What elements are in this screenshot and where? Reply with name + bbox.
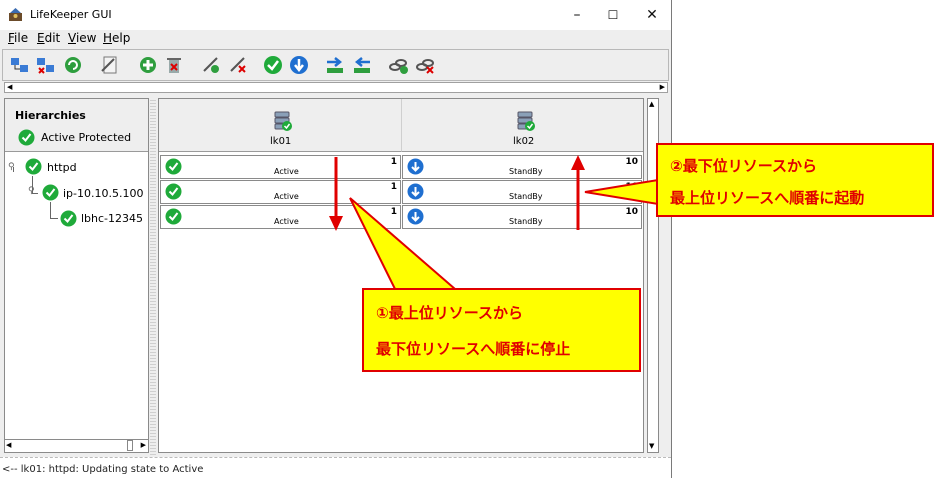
menu-view-mnemonic: V	[68, 31, 76, 45]
callout-startup-line1: ②最下位リソースから	[670, 157, 817, 175]
close-button[interactable]: ✕	[640, 5, 664, 25]
extend-resource-icon[interactable]	[200, 54, 222, 76]
hierarchy-panel: Hierarchies Active Protected ⚲ httpd ⚲ i…	[4, 98, 149, 453]
tree-item-lbhc[interactable]: lbhc-12345	[81, 212, 143, 225]
tree-item-ip[interactable]: ip-10.10.5.100	[63, 187, 144, 200]
disconnect-servers-icon[interactable]	[35, 54, 57, 76]
server-header-lk01[interactable]: lk01	[159, 99, 402, 152]
menu-help-label: elp	[112, 31, 131, 45]
resource-cell-lk01-httpd[interactable]: Active 1	[160, 155, 401, 179]
resource-cell-lk02-lbhc[interactable]: StandBy 10	[402, 205, 642, 229]
resource-cell-lk01-lbhc[interactable]: Active 1	[160, 205, 401, 229]
server-name-lk02: lk02	[513, 136, 535, 147]
menu-edit-mnemonic: E	[37, 31, 45, 45]
resource-priority: 10	[625, 157, 638, 167]
server-icon	[517, 111, 535, 131]
status-message: <-- lk01: httpd: Updating state to Activ…	[2, 464, 204, 475]
create-dependency-icon[interactable]	[387, 54, 409, 76]
scroll-left-arrow-icon[interactable]: ◀	[7, 83, 12, 92]
active-check-icon	[165, 158, 182, 175]
menu-help[interactable]: Help	[103, 31, 130, 45]
switchback-icon[interactable]	[351, 54, 373, 76]
status-panel: lk01 lk02 Active 1 Active 1 Active 1 Sta…	[158, 98, 644, 453]
resource-priority: 1	[390, 157, 397, 167]
tree-connector	[50, 202, 51, 218]
menu-file-label: ile	[14, 31, 29, 45]
menu-file[interactable]: File	[8, 31, 28, 45]
delete-dependency-icon[interactable]	[414, 54, 436, 76]
hierarchies-title: Hierarchies	[15, 109, 86, 122]
resource-priority: 10	[625, 182, 638, 192]
maximize-button[interactable]: ☐	[601, 5, 625, 25]
status-bar: <-- lk01: httpd: Updating state to Activ…	[0, 457, 671, 478]
resource-cell-lk02-ip[interactable]: StandBy 10	[402, 180, 642, 204]
refresh-icon[interactable]	[62, 54, 84, 76]
ip-active-icon	[42, 184, 59, 201]
callout-startup-order: ②最下位リソースから 最上位リソースへ順番に起動	[656, 143, 934, 217]
hierarchies-header: Hierarchies Active Protected	[5, 99, 148, 152]
lifekeeper-window: LifeKeeper GUI – ☐ ✕ File Edit View Help…	[0, 0, 672, 478]
minimize-button[interactable]: –	[565, 5, 589, 25]
menu-edit-label: dit	[44, 31, 61, 45]
resource-state: Active	[274, 217, 299, 226]
tree-expand-icon[interactable]: ⚲	[8, 162, 15, 172]
hierarchies-status: Active Protected	[41, 131, 132, 144]
window-title: LifeKeeper GUI	[30, 8, 112, 21]
resource-state: Active	[274, 167, 299, 176]
menu-view[interactable]: View	[68, 31, 96, 45]
menu-bar: File Edit View Help	[0, 30, 671, 48]
unextend-resource-icon[interactable]	[227, 54, 249, 76]
create-resource-icon[interactable]	[137, 54, 159, 76]
switchover-icon[interactable]	[324, 54, 346, 76]
title-bar: LifeKeeper GUI – ☐ ✕	[0, 0, 671, 31]
resource-state: StandBy	[509, 167, 543, 176]
scroll-right-arrow-icon[interactable]: ▶	[660, 83, 665, 92]
in-service-icon[interactable]	[262, 54, 284, 76]
active-check-icon	[18, 129, 35, 146]
scroll-up-arrow-icon[interactable]: ▲	[649, 100, 654, 109]
callout-shutdown-order: ①最上位リソースから 最下位リソースへ順番に停止	[362, 288, 641, 372]
hierarchy-horizontal-scrollbar[interactable]: ◀ ▶	[5, 439, 148, 452]
tree-expand-icon[interactable]: ⚲	[28, 186, 35, 196]
server-name-lk01: lk01	[270, 136, 292, 147]
active-check-icon	[165, 208, 182, 225]
scroll-down-arrow-icon[interactable]: ▼	[649, 442, 654, 451]
callout-shutdown-line2: 最下位リソースへ順番に停止	[376, 340, 571, 358]
scroll-thumb[interactable]	[127, 440, 133, 451]
resource-priority: 1	[390, 182, 397, 192]
httpd-active-icon	[25, 158, 42, 175]
standby-arrow-icon	[407, 183, 424, 200]
resource-cell-lk01-ip[interactable]: Active 1	[160, 180, 401, 204]
standby-arrow-icon	[407, 208, 424, 225]
toolbar	[2, 49, 669, 81]
menu-help-mnemonic: H	[103, 31, 113, 45]
tree-connector	[50, 218, 58, 219]
resource-cell-lk02-httpd[interactable]: StandBy 10	[402, 155, 642, 179]
server-header-lk02[interactable]: lk02	[402, 99, 643, 152]
lbhc-active-icon	[60, 210, 77, 227]
menu-view-label: iew	[75, 31, 97, 45]
delete-resource-icon[interactable]	[163, 54, 185, 76]
resource-priority: 10	[625, 207, 638, 217]
server-icon	[274, 111, 292, 131]
scroll-right-arrow-icon[interactable]: ▶	[141, 441, 146, 450]
lifekeeper-app-icon	[9, 8, 22, 21]
resource-state: StandBy	[509, 217, 543, 226]
resource-state: Active	[274, 192, 299, 201]
out-of-service-icon[interactable]	[288, 54, 310, 76]
callout-startup-line2: 最上位リソースへ順番に起動	[670, 189, 865, 207]
connect-servers-icon[interactable]	[9, 54, 31, 76]
properties-icon[interactable]	[99, 54, 121, 76]
active-check-icon	[165, 183, 182, 200]
callout-shutdown-line1: ①最上位リソースから	[376, 304, 523, 322]
scroll-left-arrow-icon[interactable]: ◀	[6, 441, 11, 450]
split-pane-divider[interactable]	[150, 98, 156, 455]
tree-item-httpd[interactable]: httpd	[47, 161, 77, 174]
menu-edit[interactable]: Edit	[37, 31, 60, 45]
standby-arrow-icon	[407, 158, 424, 175]
resource-priority: 1	[390, 207, 397, 217]
toolbar-horizontal-scrollbar[interactable]: ◀ ▶	[4, 82, 668, 93]
resource-state: StandBy	[509, 192, 543, 201]
